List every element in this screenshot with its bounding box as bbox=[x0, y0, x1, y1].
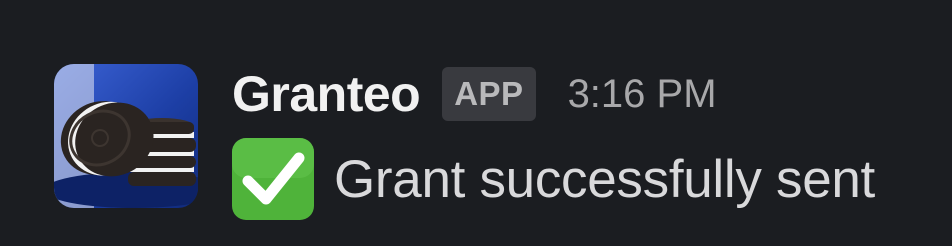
message-header: Granteo APP 3:16 PM bbox=[232, 62, 717, 126]
chat-message: Granteo APP 3:16 PM Grant successfully s… bbox=[0, 0, 952, 246]
message-body: Grant successfully sent bbox=[230, 136, 875, 222]
oreo-cookies-avatar-icon bbox=[54, 64, 198, 208]
sender-name[interactable]: Granteo bbox=[232, 65, 421, 123]
message-text: Grant successfully sent bbox=[334, 149, 875, 209]
sender-avatar[interactable] bbox=[54, 64, 198, 208]
white-check-mark-icon bbox=[232, 138, 314, 220]
message-timestamp[interactable]: 3:16 PM bbox=[568, 72, 717, 117]
app-badge: APP bbox=[442, 67, 536, 121]
